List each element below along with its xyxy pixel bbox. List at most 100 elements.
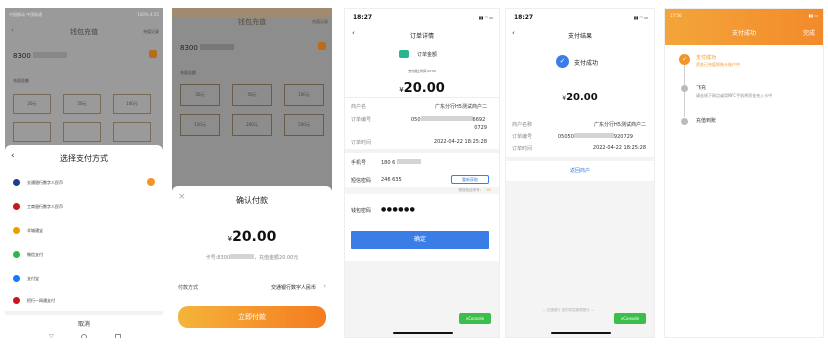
amount-section-label: 充值金额 — [180, 70, 196, 75]
screen-payment-result: 18:27 ▮▮ ◠ ▭ ‹ 支付结果 ✓ 支付成功 ¥20.00 商户名称 广… — [505, 8, 655, 338]
bottom-area — [345, 261, 499, 337]
page-title: 钱包充值 — [238, 18, 266, 26]
order-no-label: 订单编号 — [512, 134, 533, 140]
card-number: 8300 — [13, 52, 68, 60]
step-done-icon: ✓ — [679, 54, 690, 65]
merchant-label: 商户名称 — [512, 122, 533, 128]
amount-section-label: 充值金额 — [13, 78, 29, 83]
screen-confirm-payment: 钱包充值 充值记录 8300 充值金额 20元 50元 100元 150元 20… — [172, 8, 332, 338]
cmb-icon — [13, 297, 20, 304]
order-no-value-line2: 0729 — [474, 125, 487, 131]
amount-option[interactable]: 100元 — [284, 84, 324, 106]
amount-option[interactable]: 20元 — [180, 84, 220, 106]
icbc-icon — [13, 203, 20, 210]
amount-option[interactable]: 50元 — [232, 84, 272, 106]
merchant-value: 广东分行H5测试商户二 — [594, 122, 646, 128]
order-time-value: 2022-04-22 18:25:28 — [433, 139, 487, 145]
sms-code-input[interactable]: 246 635 — [381, 177, 402, 183]
status-time: 18:27 — [514, 14, 534, 21]
nav-recent-icon[interactable] — [115, 334, 121, 338]
amount-option[interactable] — [63, 122, 101, 142]
alipay-icon — [13, 275, 20, 282]
amount-option[interactable] — [113, 122, 151, 142]
wallet-icon — [399, 50, 409, 58]
amount-option[interactable]: 100元 — [113, 94, 151, 114]
phone-value: 180 6 — [381, 159, 421, 166]
vconsole-button[interactable]: vConsole — [459, 313, 491, 324]
screen-payment-success: 17:56 ▮▮ ▭ 支付成功 完成 ✓ 支付成功 资金已充值到账卡账户中 飞充… — [664, 8, 824, 338]
return-merchant-link[interactable]: 返回商户 — [570, 167, 590, 174]
user-icon[interactable] — [149, 50, 157, 58]
page-title: 支付成功 — [731, 30, 756, 37]
resend-code-button[interactable]: 重新获取 — [451, 175, 489, 184]
method-label: 付款方式 — [178, 285, 199, 291]
user-icon[interactable] — [318, 42, 326, 50]
divider — [5, 311, 163, 315]
pay-amount: ¥20.00 — [227, 229, 277, 245]
nav-home-icon[interactable] — [81, 334, 87, 338]
phone-label: 手机号 — [351, 160, 367, 166]
method-value[interactable]: 交通银行数字人民币 — [271, 284, 316, 291]
divider — [345, 97, 499, 98]
order-no-value: 050 6692 — [411, 116, 486, 123]
payment-method-item[interactable]: 招行一网通支付 — [13, 293, 157, 309]
screen-order-details: 18:27 ▮▮ ◠ ▭ ‹ 订单详情 订单金额 支付截止时间 03:00 ¥2… — [344, 8, 500, 338]
amount-option[interactable]: 50元 — [63, 94, 101, 114]
header-bar — [665, 9, 823, 45]
step-desc: 资金已充值到账卡账户中 — [696, 62, 740, 67]
vconsole-button[interactable]: vConsole — [614, 313, 646, 324]
status-time: 18:27 — [353, 14, 373, 21]
step-title: 支付成功 — [696, 55, 717, 61]
merchant-label: 商户名 — [351, 104, 367, 110]
sheet-title: 确认付款 — [236, 196, 268, 205]
amount-option[interactable]: 500元 — [284, 114, 324, 136]
payment-method-item[interactable]: 工商银行数字人民币 — [13, 199, 157, 215]
payment-method-item[interactable]: 羊城通宝 — [13, 223, 157, 239]
nav-back-icon[interactable]: ▽ — [49, 333, 54, 338]
confirm-button[interactable]: 确定 — [351, 231, 489, 249]
yct-icon — [13, 227, 20, 234]
chevron-right-icon[interactable]: › — [323, 282, 326, 290]
pay-deadline: 支付截止时间 03:00 — [408, 69, 436, 73]
page-title: 钱包充值 — [70, 28, 98, 36]
amount-option[interactable]: 200元 — [232, 114, 272, 136]
step-pending-icon — [681, 85, 688, 92]
cancel-button[interactable]: 取消 — [5, 319, 163, 328]
payment-method-item[interactable]: 交通银行数字人民币 — [13, 175, 157, 191]
status-icons: ▮▮ ◠ ▭ — [633, 15, 648, 20]
sheet-title: 选择支付方式 — [60, 154, 108, 163]
divider — [506, 157, 654, 161]
payment-method-item[interactable]: 微信支付 — [13, 247, 157, 263]
pay-now-button[interactable]: 立即付款 — [178, 306, 326, 328]
confirm-sheet: × 确认付款 ¥20.00 卡号:8300 ，充值金额20.00元 付款方式 交通… — [172, 186, 332, 338]
sms-hint: 短信验证序号： — [458, 188, 484, 192]
recharge-history-link[interactable]: 充值记录 — [312, 19, 328, 25]
step-title: 飞充 — [696, 85, 707, 91]
merchant-value: 广东分行H5测试商户二 — [435, 104, 487, 110]
card-number: 8300 — [180, 44, 235, 52]
recharge-history-link[interactable]: 充值记录 — [143, 29, 159, 35]
done-button[interactable]: 完成 — [803, 28, 815, 37]
wallet-password-label: 钱包密码 — [351, 208, 372, 214]
order-time-label: 订单时间 — [351, 140, 372, 146]
order-amount-label: 订单金额 — [417, 52, 438, 58]
amount-option[interactable]: 20元 — [13, 94, 51, 114]
step-pending-icon — [681, 118, 688, 125]
order-amount: ¥20.00 — [399, 81, 445, 96]
order-no-label: 订单编号 — [351, 117, 372, 123]
screen-select-payment: 中国移动 中国联通 100% 4:55 ‹ 钱包充值 充值记录 8300 充值金… — [5, 8, 163, 338]
bocom-icon — [13, 179, 20, 186]
step-title: 充值到账 — [696, 118, 717, 124]
amount-option[interactable]: 150元 — [180, 114, 220, 136]
divider — [345, 149, 499, 153]
wallet-password-input[interactable]: ●●●●●● — [381, 206, 415, 213]
paid-amount: ¥20.00 — [562, 92, 598, 103]
pay-detail: 卡号:8300 ，充值金额20.00元 — [205, 254, 299, 261]
status-time: 17:56 — [670, 13, 682, 18]
amount-option[interactable] — [13, 122, 51, 142]
order-time-label: 订单时间 — [512, 146, 533, 152]
payment-method-item[interactable]: 支付宝 — [13, 271, 157, 287]
page-title: 订单详情 — [409, 33, 434, 40]
sms-code-label: 短信密码 — [351, 178, 372, 184]
selected-check-icon — [147, 178, 155, 186]
